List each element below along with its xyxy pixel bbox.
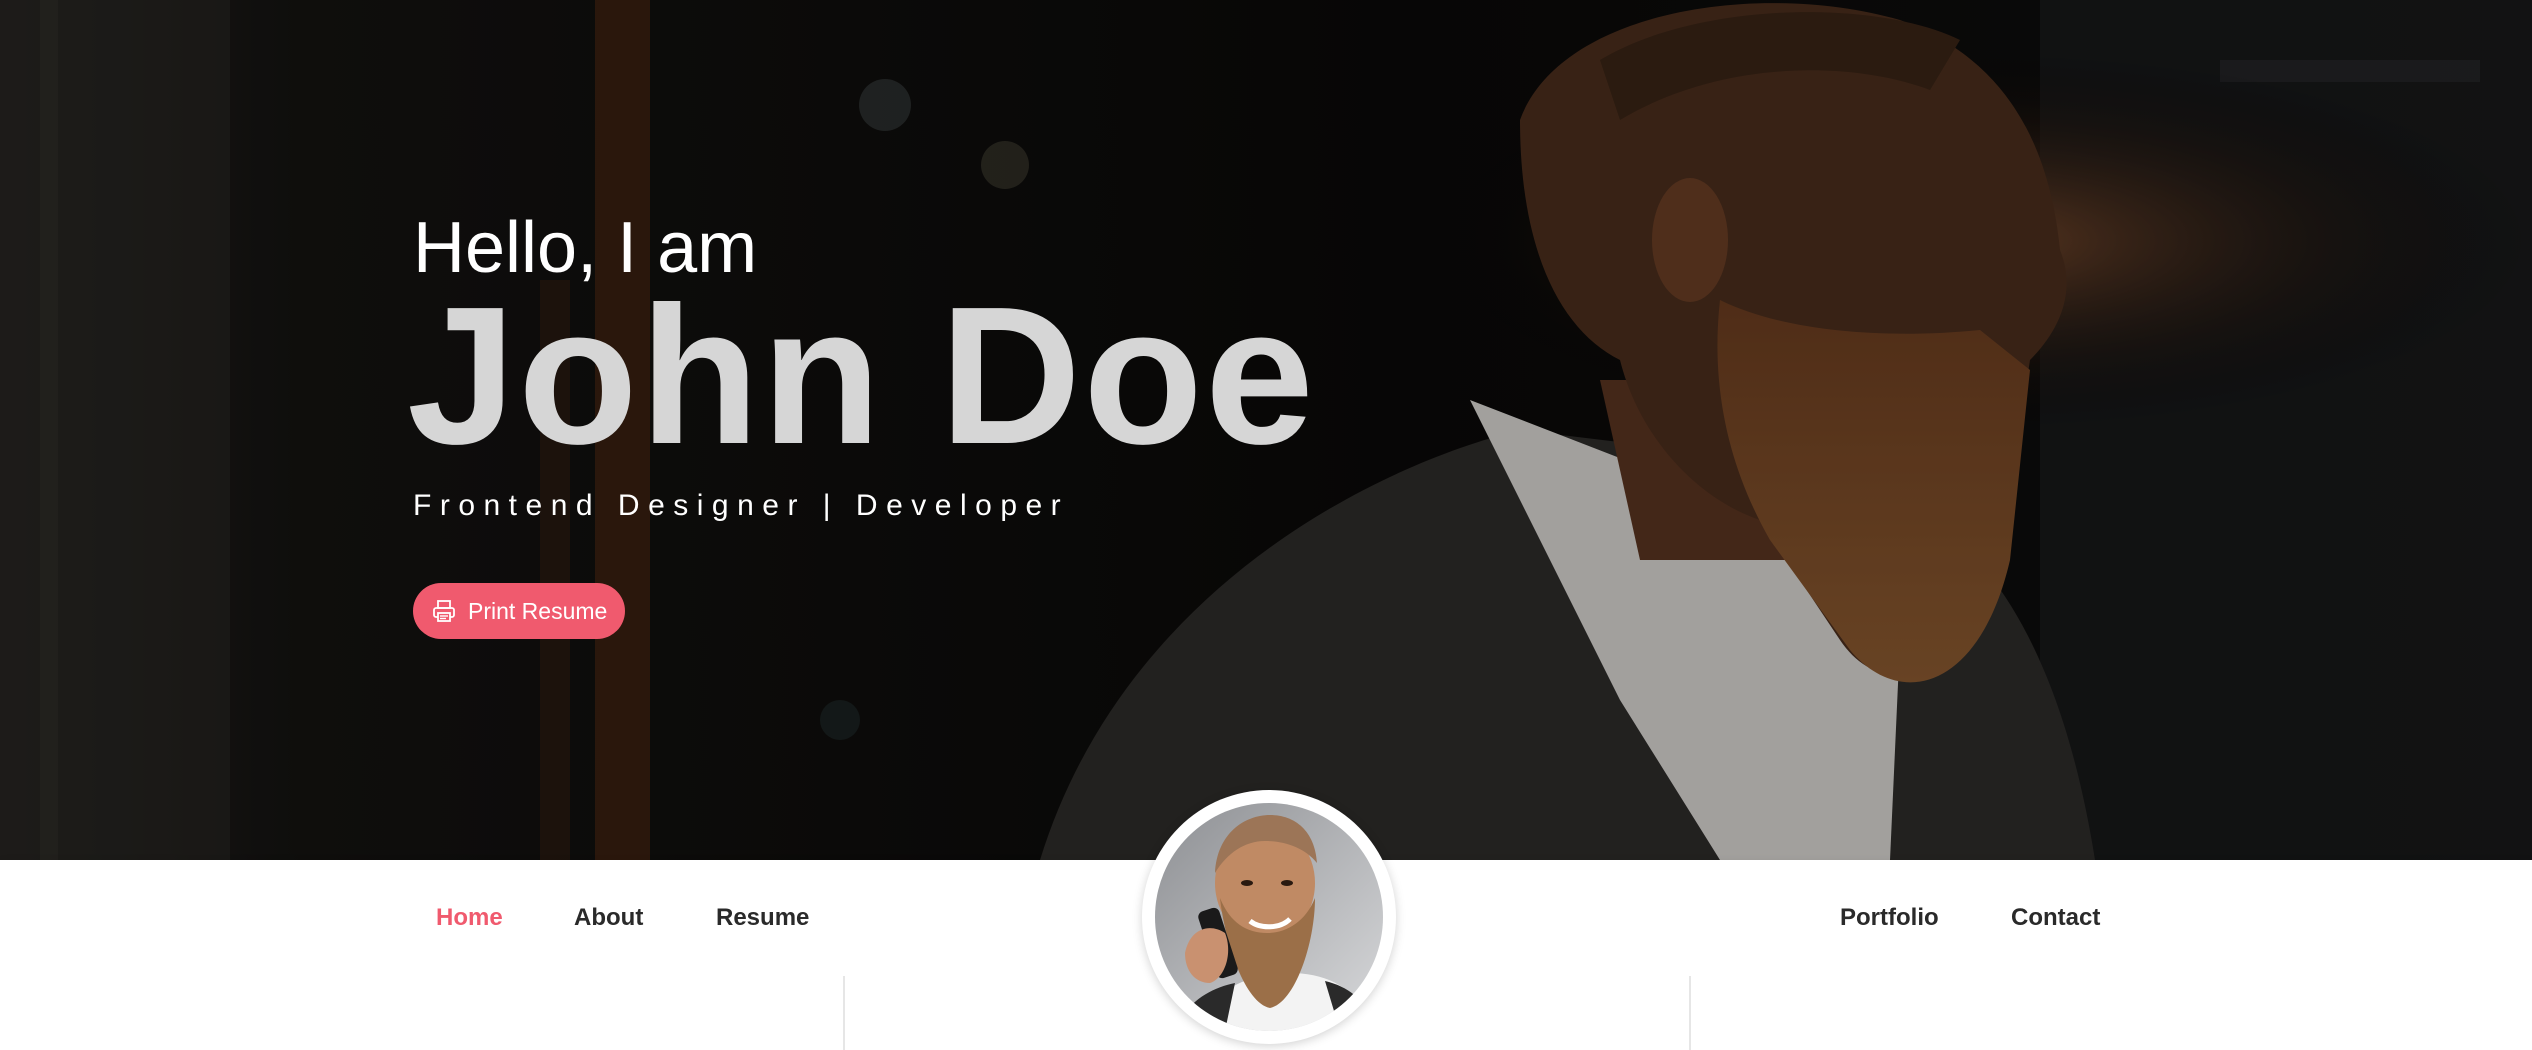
hero-name: John Doe xyxy=(407,266,1316,485)
printer-icon xyxy=(431,598,457,624)
hero-content: Hello, I am John Doe Frontend Designer |… xyxy=(407,205,1316,639)
avatar xyxy=(1155,803,1383,1031)
print-resume-button[interactable]: Print Resume xyxy=(413,583,626,639)
column-divider xyxy=(843,976,845,1050)
nav-resume[interactable]: Resume xyxy=(716,860,809,976)
print-resume-label: Print Resume xyxy=(468,597,608,624)
nav-about[interactable]: About xyxy=(574,860,643,976)
nav-contact[interactable]: Contact xyxy=(2011,860,2100,976)
hero-section: Hello, I am John Doe Frontend Designer |… xyxy=(0,0,2532,860)
nav-portfolio[interactable]: Portfolio xyxy=(1840,860,1939,976)
profile-avatar-frame xyxy=(1142,790,1396,1044)
hero-tagline: Frontend Designer | Developer xyxy=(413,489,1070,522)
column-divider xyxy=(1689,976,1691,1050)
page: Hello, I am John Doe Frontend Designer |… xyxy=(0,0,2532,1050)
nav-home[interactable]: Home xyxy=(436,860,503,976)
